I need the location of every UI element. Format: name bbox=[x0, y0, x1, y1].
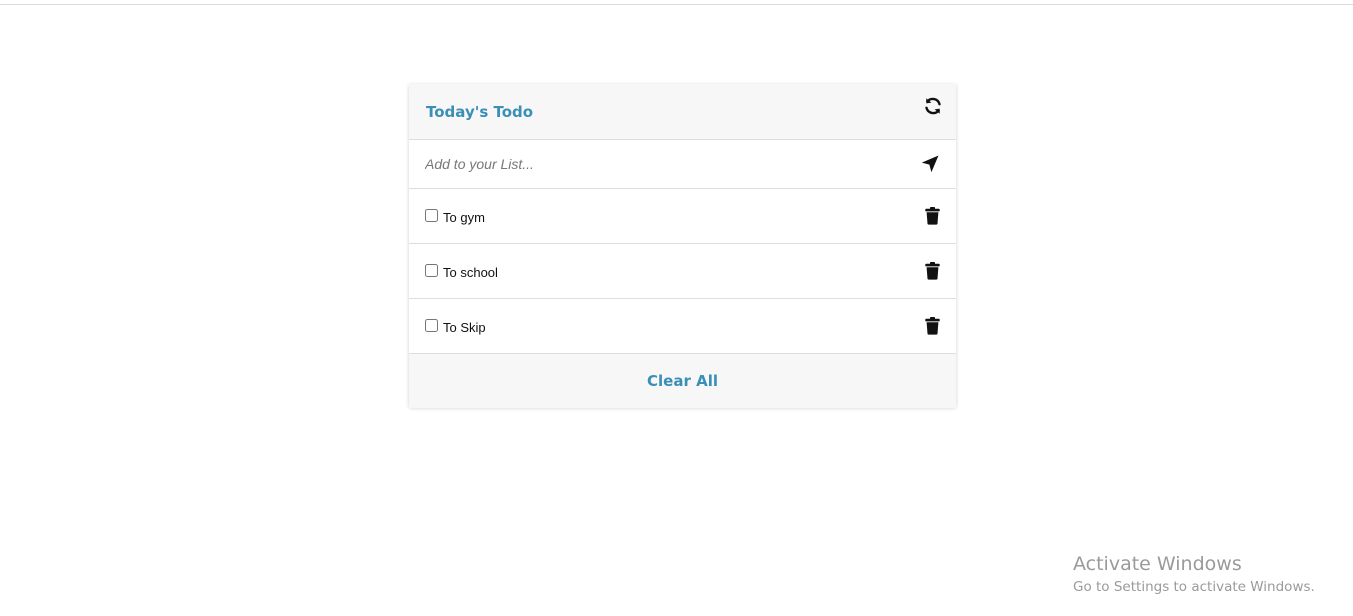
todo-checkbox[interactable] bbox=[425, 264, 438, 277]
todo-checkbox[interactable] bbox=[425, 319, 438, 332]
add-item-row bbox=[409, 140, 956, 189]
watermark-subtitle: Go to Settings to activate Windows. bbox=[1073, 579, 1315, 595]
trash-icon[interactable] bbox=[925, 317, 940, 335]
activate-windows-watermark: Activate Windows Go to Settings to activ… bbox=[1073, 553, 1315, 597]
todo-checkbox[interactable] bbox=[425, 209, 438, 222]
card-footer: Clear All bbox=[409, 354, 956, 408]
card-header: Today's Todo bbox=[409, 84, 956, 140]
todo-label: To school bbox=[443, 265, 498, 280]
trash-icon[interactable] bbox=[925, 207, 940, 225]
trash-icon[interactable] bbox=[925, 262, 940, 280]
list-item: To school bbox=[409, 244, 956, 299]
todo-label: To Skip bbox=[443, 320, 486, 335]
clear-all-button[interactable]: Clear All bbox=[409, 372, 956, 390]
add-item-input[interactable] bbox=[425, 153, 895, 175]
top-divider bbox=[0, 4, 1353, 5]
page-title: Today's Todo bbox=[426, 103, 534, 121]
list-item: To Skip bbox=[409, 299, 956, 354]
refresh-icon[interactable] bbox=[923, 96, 943, 116]
todo-card: Today's Todo To gym bbox=[409, 84, 956, 408]
list-item: To gym bbox=[409, 189, 956, 244]
todo-label: To gym bbox=[443, 210, 485, 225]
location-arrow-icon[interactable] bbox=[921, 155, 939, 173]
watermark-title: Activate Windows bbox=[1073, 553, 1242, 575]
